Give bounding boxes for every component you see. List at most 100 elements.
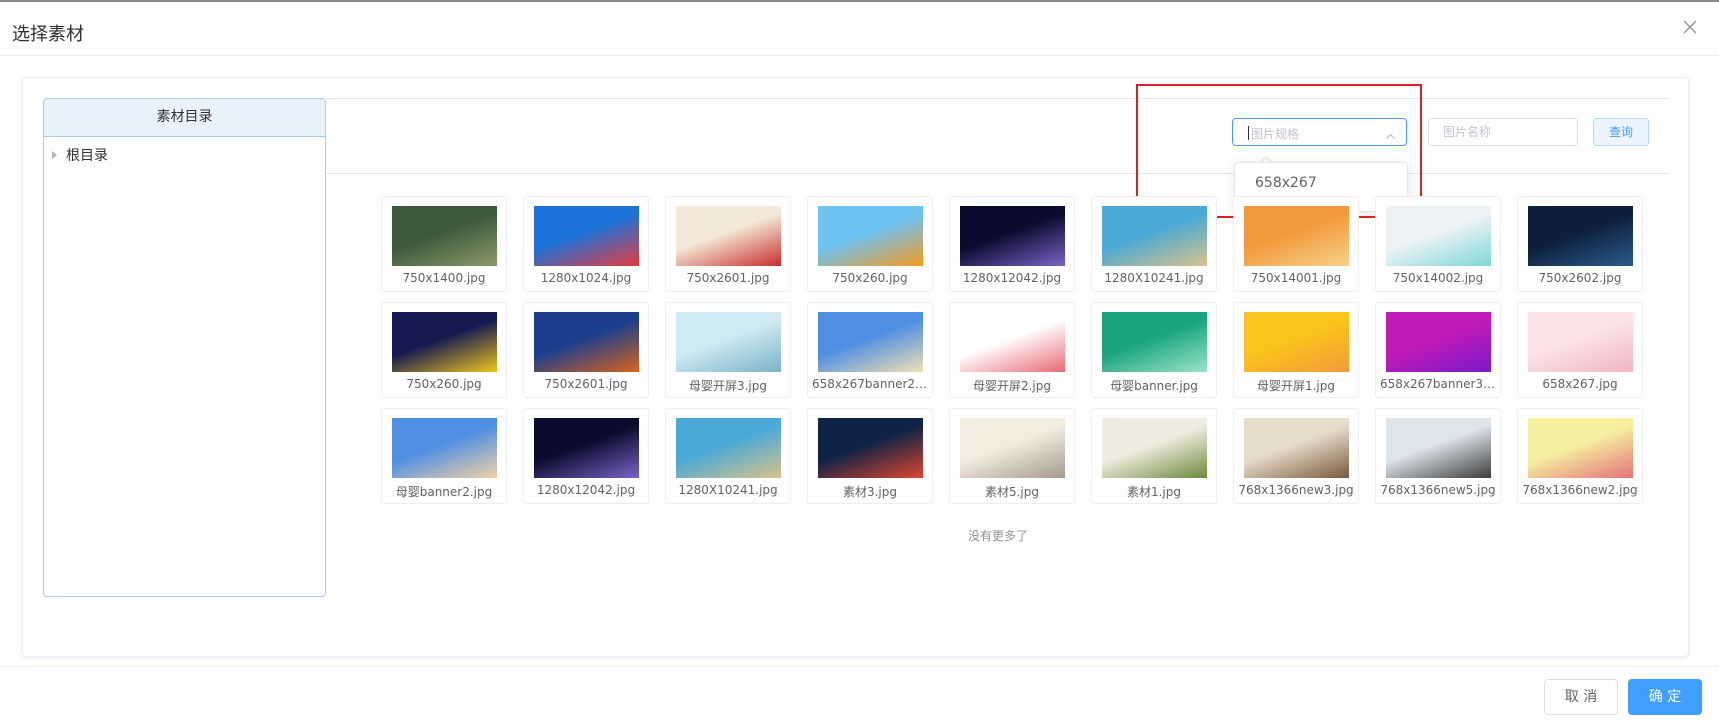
- image-tile[interactable]: 母婴开屏1.jpg: [1233, 302, 1359, 398]
- image-thumbnail: [676, 206, 781, 266]
- image-tile[interactable]: 768x1366new5.jpg: [1375, 408, 1501, 504]
- image-thumbnail: [392, 206, 497, 266]
- image-tile[interactable]: 1280X10241.jpg: [1091, 196, 1217, 292]
- image-caption: 750x2601.jpg: [544, 377, 628, 391]
- image-tile[interactable]: 750x14001.jpg: [1233, 196, 1359, 292]
- image-tile[interactable]: 1280x1024.jpg: [523, 196, 649, 292]
- image-tile[interactable]: 750x260.jpg: [807, 196, 933, 292]
- image-tile[interactable]: 1280x12042.jpg: [523, 408, 649, 504]
- image-name-input[interactable]: [1428, 118, 1578, 146]
- image-caption: 750x260.jpg: [406, 377, 482, 391]
- image-thumbnail: [392, 418, 497, 478]
- image-tile[interactable]: 母婴开屏3.jpg: [665, 302, 791, 398]
- image-thumbnail: [960, 206, 1065, 266]
- tree-item-label: 根目录: [66, 148, 108, 164]
- image-grid: 750x1400.jpg 1280x1024.jpg 750x2601.jpg 750…: [381, 196, 1643, 504]
- tree-item-root[interactable]: 根目录: [52, 145, 108, 165]
- image-tile[interactable]: 母婴banner2.jpg: [381, 408, 507, 504]
- cancel-button[interactable]: 取 消: [1544, 679, 1618, 715]
- image-tile[interactable]: 658x267banner2.jpg: [807, 302, 933, 398]
- image-thumbnail: [818, 206, 923, 266]
- image-caption: 母婴开屏2.jpg: [972, 379, 1052, 393]
- image-thumbnail: [534, 312, 639, 372]
- image-thumbnail: [534, 418, 639, 478]
- image-tile[interactable]: 素材1.jpg: [1091, 408, 1217, 504]
- image-tile[interactable]: 750x14002.jpg: [1375, 196, 1501, 292]
- image-caption: 768x1366new2.jpg: [1522, 483, 1638, 497]
- image-caption: 1280x12042.jpg: [536, 483, 636, 497]
- image-caption: 658x267banner3.jpg: [1380, 377, 1496, 391]
- footer-divider: [0, 666, 1719, 667]
- image-thumbnail: [676, 418, 781, 478]
- image-tile[interactable]: 658x267banner3.jpg: [1375, 302, 1501, 398]
- image-thumbnail: [676, 312, 781, 372]
- image-caption: 1280x12042.jpg: [962, 271, 1062, 285]
- image-caption: 母婴开屏1.jpg: [1256, 379, 1336, 393]
- image-tile[interactable]: 素材3.jpg: [807, 408, 933, 504]
- image-caption: 750x14001.jpg: [1250, 271, 1342, 285]
- image-caption: 658x267banner2.jpg: [812, 377, 928, 391]
- image-tile[interactable]: 1280x12042.jpg: [949, 196, 1075, 292]
- image-tile[interactable]: 母婴banner.jpg: [1091, 302, 1217, 398]
- image-thumbnail: [1102, 418, 1207, 478]
- dialog-header: 选择素材: [0, 2, 1719, 56]
- image-caption: 750x2601.jpg: [686, 271, 770, 285]
- close-icon[interactable]: [1683, 20, 1701, 38]
- image-caption: 母婴开屏3.jpg: [688, 379, 768, 393]
- caret-right-icon[interactable]: [52, 151, 57, 159]
- query-button[interactable]: 查询: [1593, 118, 1649, 146]
- chevron-up-icon: [1385, 127, 1396, 146]
- image-thumbnail: [1528, 206, 1633, 266]
- image-tile[interactable]: 750x2602.jpg: [1517, 196, 1643, 292]
- dropdown-option[interactable]: 658x267: [1255, 175, 1317, 191]
- image-thumbnail: [1386, 418, 1491, 478]
- image-thumbnail: [960, 418, 1065, 478]
- toolbar-divider-top: [326, 98, 1670, 99]
- toolbar-divider-bottom: [326, 173, 1670, 174]
- sidebar-title: 素材目录: [44, 99, 325, 137]
- image-tile[interactable]: 750x1400.jpg: [381, 196, 507, 292]
- image-caption: 1280X10241.jpg: [1104, 271, 1204, 285]
- image-caption: 素材1.jpg: [1126, 485, 1182, 499]
- image-thumbnail: [1244, 206, 1349, 266]
- image-thumbnail: [960, 312, 1065, 372]
- image-tile[interactable]: 750x2601.jpg: [665, 196, 791, 292]
- image-caption: 素材3.jpg: [842, 485, 898, 499]
- spec-select[interactable]: 图片规格: [1232, 118, 1407, 146]
- image-thumbnail: [1386, 206, 1491, 266]
- image-tile[interactable]: 768x1366new2.jpg: [1517, 408, 1643, 504]
- image-thumbnail: [534, 206, 639, 266]
- image-thumbnail: [818, 312, 923, 372]
- image-thumbnail: [1386, 312, 1491, 372]
- image-thumbnail: [1244, 312, 1349, 372]
- image-thumbnail: [1528, 418, 1633, 478]
- image-thumbnail: [1244, 418, 1349, 478]
- image-caption: 750x260.jpg: [832, 271, 908, 285]
- image-tile[interactable]: 1280X10241.jpg: [665, 408, 791, 504]
- no-more-text: 没有更多了: [967, 529, 1028, 543]
- image-thumbnail: [1528, 312, 1633, 372]
- image-thumbnail: [818, 418, 923, 478]
- confirm-button[interactable]: 确 定: [1628, 679, 1702, 715]
- image-tile[interactable]: 750x2601.jpg: [523, 302, 649, 398]
- image-thumbnail: [392, 312, 497, 372]
- image-caption: 750x14002.jpg: [1392, 271, 1484, 285]
- text-cursor: [1248, 126, 1249, 140]
- dialog-title: 选择素材: [12, 24, 84, 45]
- image-caption: 750x2602.jpg: [1538, 271, 1622, 285]
- spec-select-placeholder: 图片规格: [1251, 127, 1300, 141]
- image-caption: 750x1400.jpg: [402, 271, 486, 285]
- image-tile[interactable]: 768x1366new3.jpg: [1233, 408, 1359, 504]
- image-caption: 768x1366new5.jpg: [1380, 483, 1496, 497]
- image-tile[interactable]: 素材5.jpg: [949, 408, 1075, 504]
- image-thumbnail: [1102, 312, 1207, 372]
- image-caption: 母婴banner.jpg: [1110, 379, 1198, 393]
- material-sidebar: 素材目录 根目录: [43, 98, 326, 597]
- image-tile[interactable]: 658x267.jpg: [1517, 302, 1643, 398]
- image-caption: 658x267.jpg: [1542, 377, 1618, 391]
- image-thumbnail: [1102, 206, 1207, 266]
- image-caption: 1280x1024.jpg: [540, 271, 632, 285]
- image-caption: 素材5.jpg: [984, 485, 1040, 499]
- image-tile[interactable]: 母婴开屏2.jpg: [949, 302, 1075, 398]
- image-tile[interactable]: 750x260.jpg: [381, 302, 507, 398]
